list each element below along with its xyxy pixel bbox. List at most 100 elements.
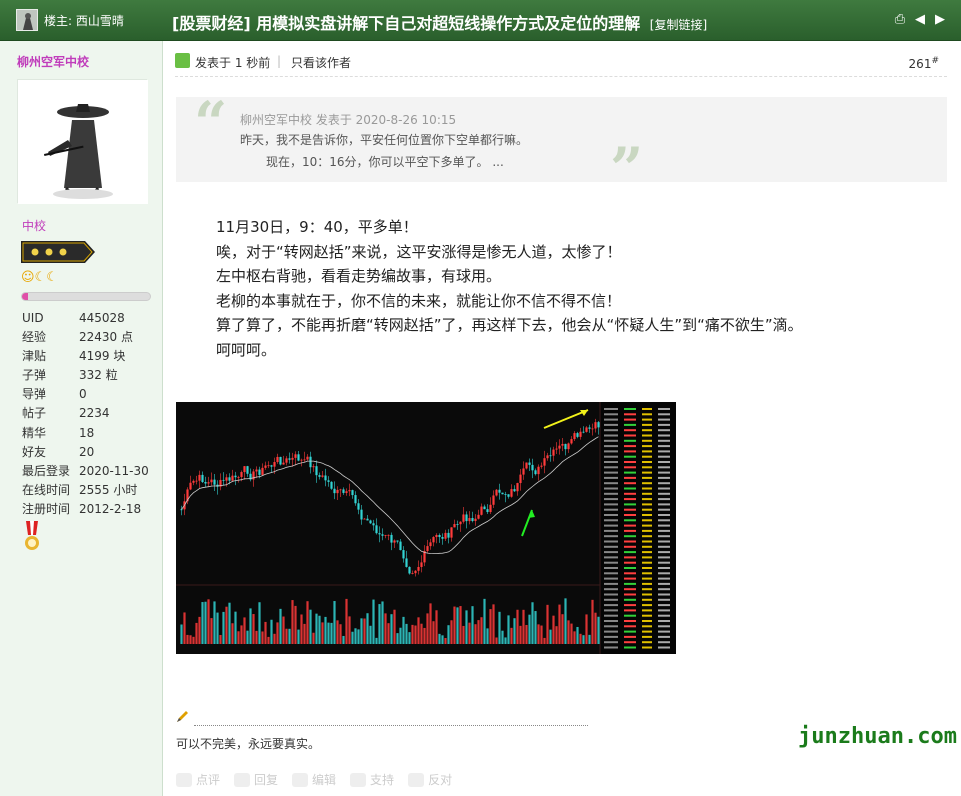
volume-bar xyxy=(528,614,531,644)
stat-row: 帖子 2234 xyxy=(22,404,162,423)
prev-thread-icon[interactable]: ◀ xyxy=(913,13,927,27)
action-edit-button[interactable]: 编辑 xyxy=(292,771,336,788)
candle-body xyxy=(498,489,501,493)
quote-row-value xyxy=(624,625,636,628)
candle-body xyxy=(432,537,435,543)
floor-number[interactable]: 261# xyxy=(909,56,939,71)
volume-bar xyxy=(222,611,225,644)
poster-avatar[interactable] xyxy=(16,9,38,31)
poster-label[interactable]: 楼主: 西山雪晴 xyxy=(44,12,124,29)
volume-bar xyxy=(369,625,372,644)
print-icon[interactable]: ⎙ xyxy=(893,13,907,27)
volume-bar xyxy=(291,600,294,644)
volume-bar xyxy=(339,624,342,644)
quote-row-extra xyxy=(658,582,670,585)
volume-bar xyxy=(300,614,303,644)
quote-row-extra xyxy=(658,572,670,575)
online-status-icon xyxy=(175,53,190,68)
quote-row-volume xyxy=(642,429,652,432)
candle-body xyxy=(441,537,444,539)
quote-row-value xyxy=(624,635,636,638)
candle-body xyxy=(390,534,393,543)
volume-bar xyxy=(471,606,474,644)
quote-row-label xyxy=(604,439,618,442)
volume-bar xyxy=(498,611,501,644)
stat-value: 4199 块 xyxy=(79,349,126,364)
stock-chart-image[interactable] xyxy=(176,402,676,654)
quote-row-extra xyxy=(658,471,670,474)
volume-bar xyxy=(219,634,222,644)
stat-row: 好友 20 xyxy=(22,443,162,462)
candle-body xyxy=(402,550,405,559)
candle-body xyxy=(210,479,213,483)
candle-body xyxy=(360,509,363,520)
volume-bar xyxy=(576,626,579,644)
stat-value: 2555 小时 xyxy=(79,482,138,497)
quote-row-volume xyxy=(642,609,652,612)
stat-row: 在线时间 2555 小时 xyxy=(22,481,162,500)
only-author-link[interactable]: 只看该作者 xyxy=(291,54,351,71)
stat-key: 子弹 xyxy=(22,368,47,383)
volume-bar xyxy=(516,609,519,644)
candle-body xyxy=(483,506,486,510)
quote-row-label xyxy=(604,609,618,612)
action-reply-button[interactable]: 回复 xyxy=(234,771,278,788)
volume-bar xyxy=(366,613,369,644)
action-comment-button[interactable]: 点评 xyxy=(176,771,220,788)
candle-body xyxy=(417,566,420,571)
stat-value: 18 xyxy=(79,425,95,440)
candle-body xyxy=(564,443,567,450)
volume-bar xyxy=(345,598,348,644)
action-label: 回复 xyxy=(254,773,279,787)
volume-bar xyxy=(441,635,444,644)
volume-bar xyxy=(198,616,201,644)
quote-row-volume xyxy=(642,461,652,463)
quote-row-volume xyxy=(642,551,652,554)
stat-key: UID xyxy=(22,311,44,325)
stat-key: 导弹 xyxy=(22,387,47,402)
author-username[interactable]: 柳州空军中校 xyxy=(17,53,89,70)
quote-row-value xyxy=(624,614,636,617)
quote-block: “ 柳州空军中校 发表于 2020-8-26 10:15 昨天，我不是告诉你，平… xyxy=(176,89,947,203)
candle-body xyxy=(246,466,249,474)
quote-row-volume xyxy=(642,471,652,474)
quote-row-label xyxy=(604,514,618,516)
candle-body xyxy=(291,457,294,460)
next-thread-icon[interactable]: ▶ xyxy=(933,13,947,27)
candle-body xyxy=(354,495,357,504)
quote-row-label xyxy=(604,429,618,432)
volume-bar xyxy=(483,598,486,644)
post-meta: 发表于 1 秒前 | 只看该作者 261# xyxy=(175,51,947,77)
medal-icon[interactable] xyxy=(23,521,41,557)
candle-body xyxy=(285,458,288,463)
quote-row-value xyxy=(624,630,636,633)
quote-row-value xyxy=(624,545,636,548)
quote-row-label xyxy=(604,487,618,490)
volume-bar xyxy=(540,625,543,644)
volume-bar xyxy=(318,615,321,644)
author-avatar[interactable] xyxy=(17,79,148,204)
quote-row-volume xyxy=(642,540,652,543)
quote-line-2: 现在，10：16分，你可以平空下多单了。 ... xyxy=(266,155,504,169)
action-thumb-up-button[interactable]: 支持 xyxy=(350,771,394,788)
candle-body xyxy=(513,489,516,492)
stat-row: 经验 22430 点 xyxy=(22,328,162,347)
quote-row-extra xyxy=(658,429,670,432)
volume-bar xyxy=(462,625,465,644)
candle-body xyxy=(345,491,348,493)
thread-title-text: [股票财经] 用模拟实盘讲解下自己对超短线操作方式及定位的理解 xyxy=(172,14,641,33)
copy-link-button[interactable]: [复制链接] xyxy=(650,18,707,32)
quote-row-value xyxy=(624,529,636,532)
volume-bar xyxy=(390,614,393,644)
candle-body xyxy=(561,443,564,446)
volume-bar xyxy=(255,630,258,644)
candle-body xyxy=(528,462,531,465)
action-thumb-down-button[interactable]: 反对 xyxy=(408,771,452,788)
volume-bar xyxy=(192,636,195,644)
quote-row-extra xyxy=(658,604,670,607)
volume-bar xyxy=(417,617,420,644)
quote-row-extra xyxy=(658,635,670,638)
volume-bar xyxy=(522,609,525,644)
quote-row-value xyxy=(624,466,636,469)
volume-bar xyxy=(378,604,381,644)
